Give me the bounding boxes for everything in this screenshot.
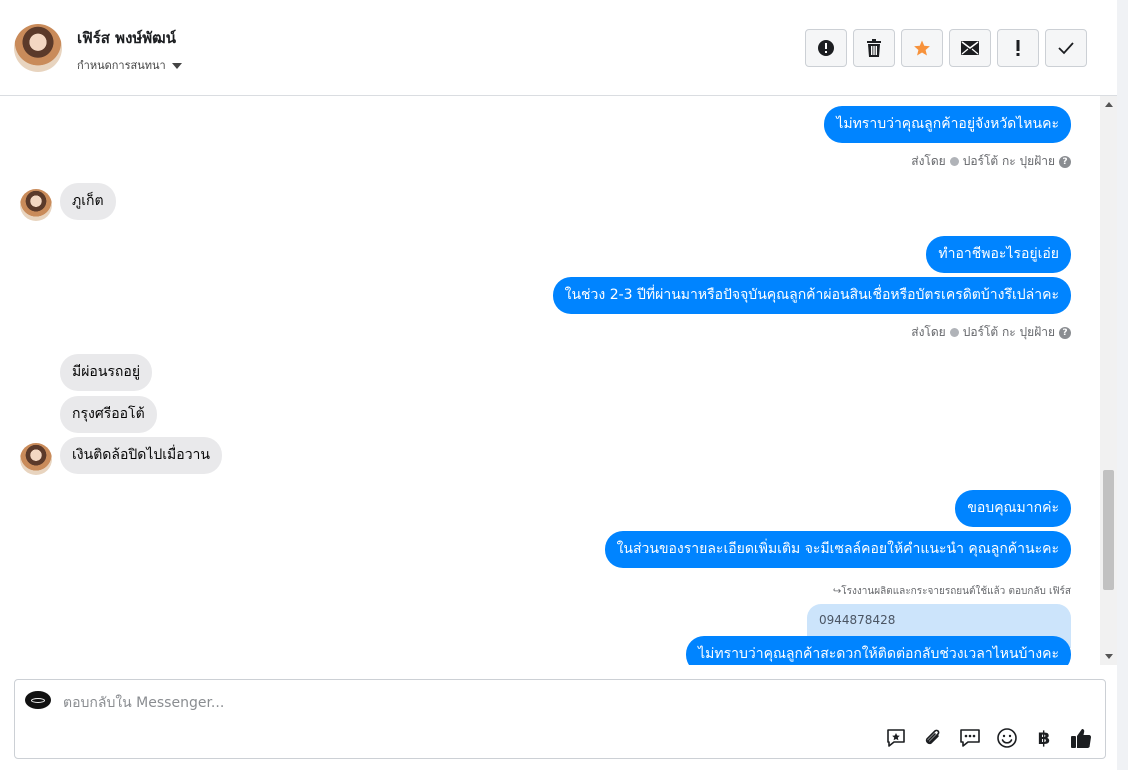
check-icon [1058,42,1074,55]
incoming-message[interactable]: มีผ่อนรถอยู่ [60,354,153,391]
like-button[interactable] [1069,726,1093,750]
outgoing-message[interactable]: ขอบคุณมากค่ะ [955,490,1071,527]
mark-important-button[interactable] [997,29,1039,67]
star-button[interactable] [901,29,943,67]
composer-toolbar: ฿ [884,726,1093,750]
chat-icon [960,729,980,747]
like-icon [1071,729,1092,749]
mark-done-button[interactable] [1045,29,1087,67]
star-icon [914,40,930,56]
scroll-down-arrow-icon[interactable] [1105,654,1113,659]
mark-unread-button[interactable] [949,29,991,67]
reply-context-label: ↪โรงงานผลิตและกระจายรถยนต์ใช้แล้ว ตอบกลั… [832,586,1071,597]
trash-icon [867,39,881,57]
incoming-message[interactable]: เงินติดล้อปิดไปเมื่อวาน [60,437,222,474]
outgoing-message[interactable]: ในส่วนของรายละเอียดเพิ่มเติม จะมีเซลล์คอ… [604,531,1071,568]
outgoing-message[interactable]: ทำอาชีพอะไรอยู่เอ่ย [926,236,1071,273]
incoming-message[interactable]: กรุงศรีออโต้ [60,396,157,433]
window-edge [1117,0,1128,770]
contact-avatar[interactable] [14,24,62,72]
message-list[interactable]: ไม่ทราบว่าคุณลูกค้าอยู่จังหวัดไหนคะ ส่งโ… [0,96,1100,665]
message-list-scrollbar[interactable] [1100,96,1117,665]
messenger-conversation-window: เฟิร์ส พงษ์พัฒน์ กำหนดการสนทนา ไม่ทราบว่… [0,0,1128,770]
sent-by-label: ส่งโดย ปอร์โต้ กะ ปุยฝ้าย ? [911,323,1071,342]
exclamation-icon [1016,40,1020,56]
saved-reply-button[interactable] [884,726,908,750]
incoming-message[interactable]: ภูเก็ต [60,183,116,220]
assign-conversation-dropdown[interactable]: กำหนดการสนทนา [77,56,182,74]
admin-dot-icon [949,328,959,337]
caret-down-icon [171,62,182,69]
conversation-toolbar [805,29,1087,67]
outgoing-message[interactable]: ไม่ทราบว่าคุณลูกค้าอยู่จังหวัดไหนคะ [824,106,1071,143]
emoji-icon [997,728,1017,748]
help-icon[interactable]: ? [1059,155,1071,168]
outgoing-message[interactable]: ในช่วง 2-3 ปีที่ผ่านมาหรือปัจจุบันคุณลูก… [552,277,1071,314]
contact-name[interactable]: เฟิร์ส พงษ์พัฒน์ [77,26,176,50]
message-composer: ตอบกลับใน Messenger... ฿ [14,679,1106,759]
conversation-header: เฟิร์ส พงษ์พัฒน์ กำหนดการสนทนา [0,0,1117,96]
reply-input[interactable]: ตอบกลับใน Messenger... [63,692,224,714]
baht-icon: ฿ [1037,727,1051,749]
scroll-up-arrow-icon[interactable] [1105,102,1113,107]
attach-icon [925,729,940,745]
mark-spam-button[interactable] [805,29,847,67]
sender-name: ปอร์โต้ กะ ปุยฝ้าย [962,325,1055,339]
envelope-icon [961,41,979,55]
sender-name: ปอร์โต้ กะ ปุยฝ้าย [962,154,1055,168]
saved-reply-icon [887,729,905,747]
payment-button[interactable]: ฿ [1032,726,1056,750]
scrollbar-thumb[interactable] [1103,470,1114,590]
alert-circle-icon [818,40,834,56]
chat-button[interactable] [958,726,982,750]
sent-by-label: ส่งโดย ปอร์โต้ กะ ปุยฝ้าย ? [911,152,1071,171]
outgoing-message[interactable]: ไม่ทราบว่าคุณลูกค้าสะดวกให้ติดต่อกลับช่ว… [686,636,1071,665]
help-icon[interactable]: ? [1059,326,1071,339]
delete-button[interactable] [853,29,895,67]
attach-button[interactable] [921,726,945,750]
contact-avatar-small [20,189,52,221]
assign-label: กำหนดการสนทนา [77,59,166,72]
page-avatar [25,691,51,709]
emoji-button[interactable] [995,726,1019,750]
contact-avatar-small [20,443,52,475]
admin-dot-icon [949,157,959,166]
